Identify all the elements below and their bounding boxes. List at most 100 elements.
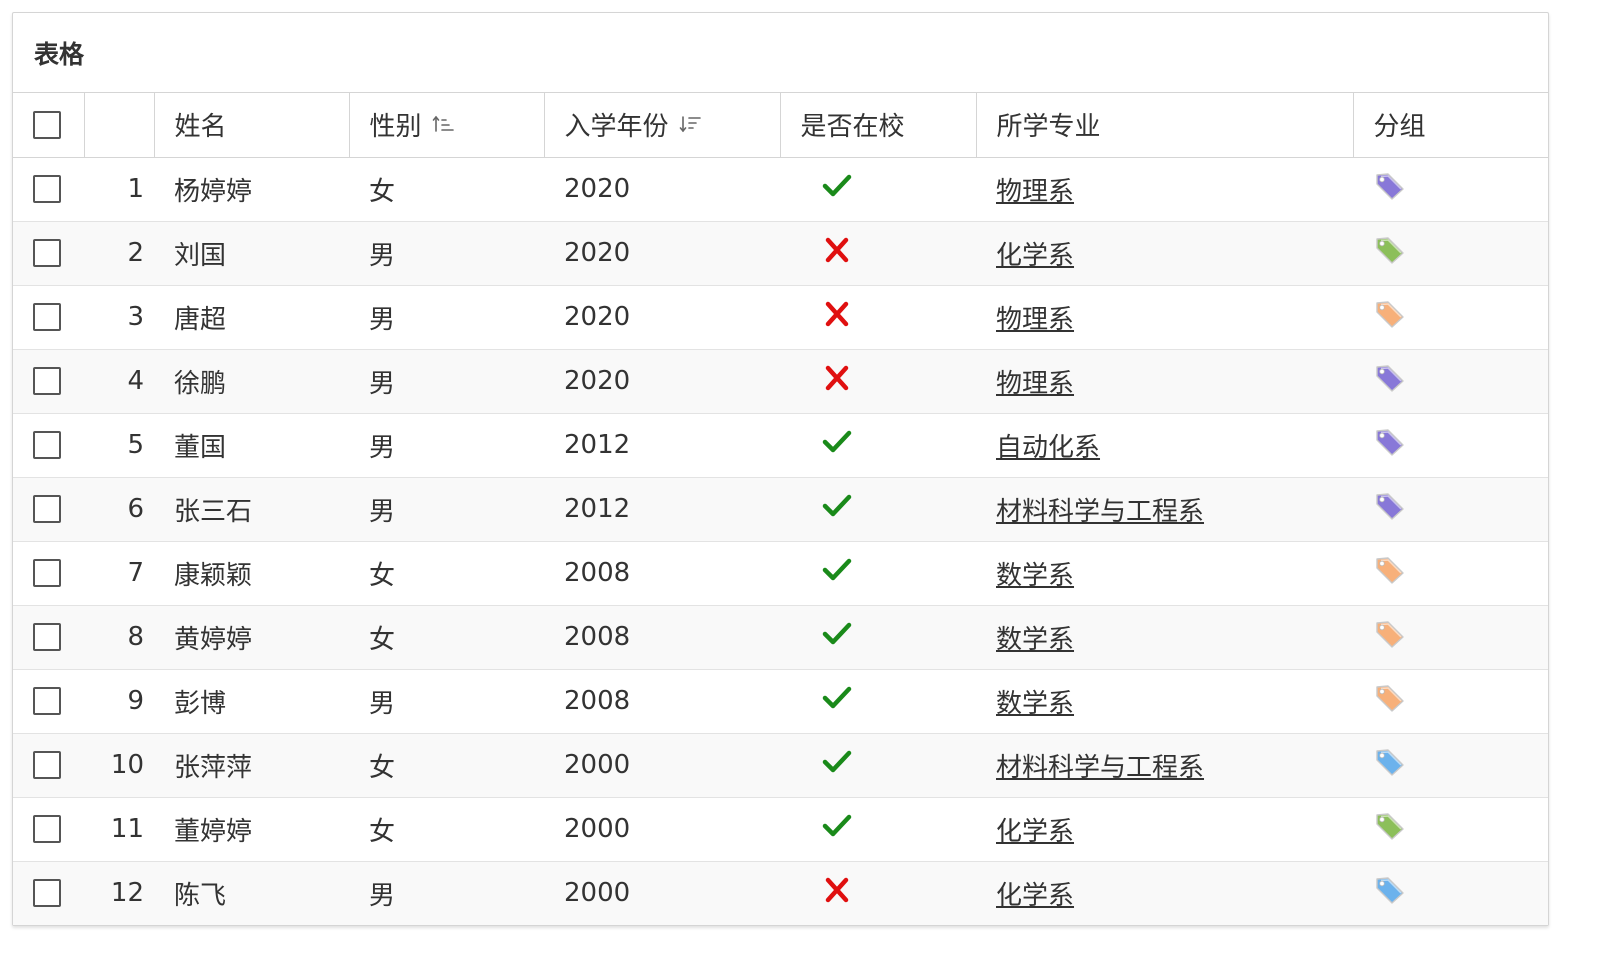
row-checkbox[interactable] [33,623,61,651]
cell-gender: 女 [349,796,544,861]
major-link[interactable]: 自动化系 [996,433,1100,463]
cell-major: 材料科学与工程系 [976,476,1353,541]
cell-major: 化学系 [976,220,1353,285]
sort-ascending-icon[interactable] [432,111,456,141]
cell-year: 2020 [544,348,780,413]
row-checkbox[interactable] [33,303,61,331]
table-row[interactable]: 12 陈飞男 2000 化学系 [13,860,1548,925]
row-checkbox[interactable] [33,751,61,779]
cell-year: 2012 [544,412,780,477]
row-index: 6 [84,476,154,541]
panel-header: 表格 [13,13,1548,93]
row-select-cell [13,284,84,349]
row-select-cell [13,220,84,285]
cell-year: 2008 [544,604,780,669]
cell-major: 化学系 [976,860,1353,925]
row-checkbox[interactable] [33,879,61,908]
cell-gender: 男 [349,476,544,541]
table-row[interactable]: 1 杨婷婷 女 2020 物理系 [13,157,1548,221]
cell-in-school [780,604,976,669]
major-link[interactable]: 数学系 [996,561,1074,591]
cell-name: 刘国 [154,220,349,285]
cell-year: 2008 [544,668,780,733]
header-year[interactable]: 入学年份 [544,93,781,158]
cell-in-school [780,348,976,413]
header-gender[interactable]: 性别 [349,93,545,158]
cell-name: 董婷婷 [154,796,349,861]
row-checkbox[interactable] [33,175,61,203]
cell-year: 2020 [564,174,631,204]
major-link[interactable]: 数学系 [996,689,1074,719]
table-row[interactable]: 3 唐超男 2020 物理系 [13,284,1548,349]
tag-icon [1373,491,1407,528]
row-checkbox[interactable] [33,495,61,523]
cell-group [1353,348,1548,413]
header-name[interactable]: 姓名 [154,93,350,158]
table-row[interactable]: 4 徐鹏男 2020 物理系 [13,348,1548,413]
major-link[interactable]: 数学系 [996,625,1074,655]
table-panel: 表格 姓名 性别 入学年份 是否在校 所学专业 分组 1 杨婷婷 女 2020 … [12,12,1549,926]
check-icon [822,685,852,718]
cell-major: 自动化系 [976,412,1353,477]
major-link[interactable]: 材料科学与工程系 [996,497,1204,527]
check-icon [822,173,852,206]
table-row[interactable]: 2 刘国男 2020 化学系 [13,220,1548,285]
cell-in-school [780,796,976,861]
header-gender-label: 性别 [369,112,422,143]
row-checkbox[interactable] [33,239,61,267]
sort-descending-icon[interactable] [679,111,703,141]
major-link[interactable]: 物理系 [996,177,1074,207]
row-index: 11 [84,796,154,861]
cell-in-school [780,157,976,221]
major-link[interactable]: 物理系 [996,305,1074,335]
cell-major: 物理系 [976,157,1353,221]
cell-group [1353,157,1548,221]
row-index: 5 [84,412,154,477]
row-checkbox[interactable] [33,559,61,587]
cell-name: 康颖颖 [154,540,349,605]
tag-icon [1373,555,1407,592]
panel-title: 表格 [34,39,85,69]
check-icon [822,813,852,846]
major-link[interactable]: 物理系 [996,369,1074,399]
header-group[interactable]: 分组 [1353,93,1548,158]
cell-group [1353,220,1548,285]
major-link[interactable]: 材料科学与工程系 [996,753,1204,783]
header-in-school[interactable]: 是否在校 [780,93,977,158]
cell-year: 2000 [544,860,780,925]
cell-year: 2020 [544,220,780,285]
cell-name: 杨婷婷 [174,176,253,207]
cell-name: 唐超 [154,284,349,349]
table-row[interactable]: 8 黄婷婷女 2008 数学系 [13,604,1548,669]
table-row[interactable]: 11 董婷婷女 2000 化学系 [13,796,1548,861]
tag-icon [1373,683,1407,720]
table-header-row: 姓名 性别 入学年份 是否在校 所学专业 分组 [13,93,1548,158]
cell-year: 2020 [544,284,780,349]
tag-icon [1373,235,1407,272]
table-row[interactable]: 9 彭博男 2008 数学系 [13,668,1548,733]
major-link[interactable]: 化学系 [996,241,1074,271]
table-row[interactable]: 6 张三石男 2012 材料科学与工程系 [13,476,1548,541]
table-row[interactable]: 5 董国男 2012 自动化系 [13,412,1548,477]
tag-icon [1373,427,1407,464]
header-major[interactable]: 所学专业 [976,93,1354,158]
tag-icon [1373,811,1407,848]
table-row[interactable]: 7 康颖颖女 2008 数学系 [13,540,1548,605]
row-checkbox[interactable] [33,431,61,459]
cell-in-school [780,412,976,477]
table-row[interactable]: 10 张萍萍女 2000 材料科学与工程系 [13,732,1548,797]
row-checkbox[interactable] [33,687,61,715]
tag-icon [1373,619,1407,656]
cross-icon [822,237,852,270]
cell-in-school [780,668,976,733]
major-link[interactable]: 化学系 [996,881,1074,911]
row-index: 3 [84,284,154,349]
cell-group [1353,604,1548,669]
row-checkbox[interactable] [33,367,61,395]
cell-name: 陈飞 [154,860,349,925]
cross-icon [822,877,852,910]
major-link[interactable]: 化学系 [996,817,1074,847]
row-checkbox[interactable] [33,815,61,843]
cell-group [1353,732,1548,797]
select-all-checkbox[interactable] [33,110,61,139]
